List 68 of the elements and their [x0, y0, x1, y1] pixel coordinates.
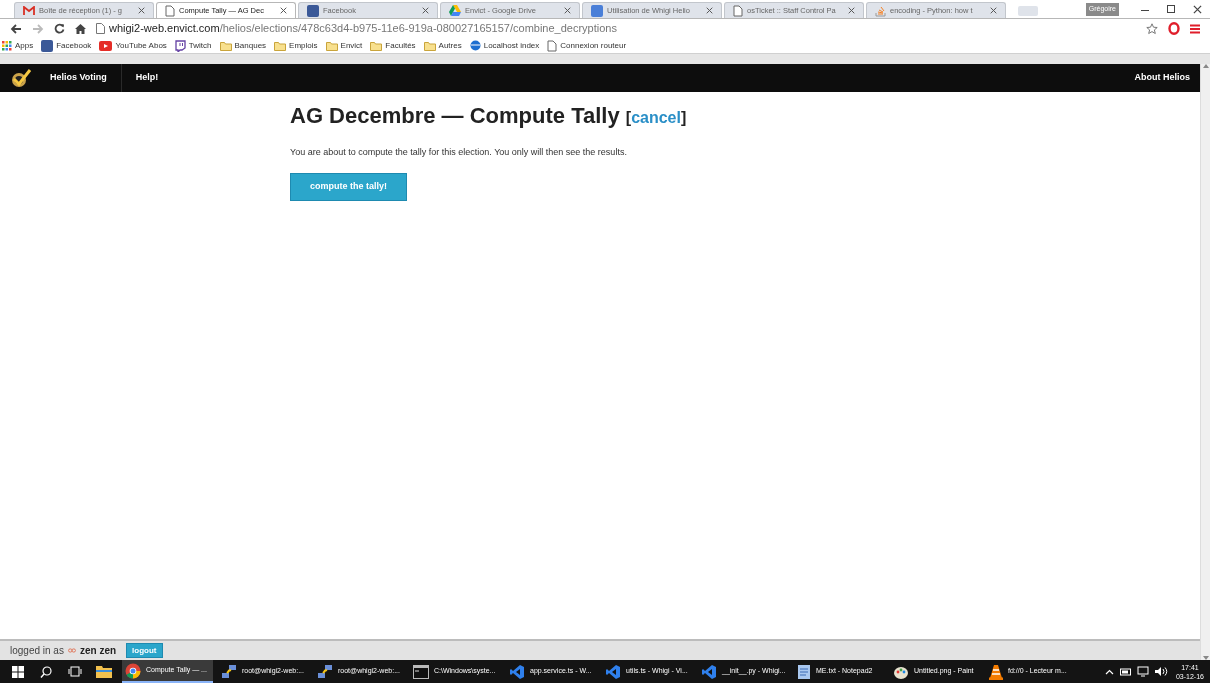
scrollbar[interactable]: [1200, 64, 1210, 660]
bookmark-item[interactable]: Envict: [325, 39, 363, 52]
bookmark-item[interactable]: Localhost index: [469, 39, 540, 52]
checkmark-logo-icon[interactable]: [10, 68, 32, 88]
close-icon[interactable]: [564, 7, 571, 14]
bookmark-item[interactable]: Twitch: [174, 39, 212, 52]
back-icon[interactable]: [10, 23, 22, 34]
page-title: AG Decembre — Compute Tally [cancel]: [290, 102, 688, 130]
folder-icon[interactable]: [96, 665, 112, 678]
stack-icon: [875, 4, 886, 17]
network-icon[interactable]: [1136, 666, 1149, 677]
cancel-link[interactable]: cancel: [631, 109, 681, 126]
close-icon[interactable]: [990, 7, 997, 14]
nav-link[interactable]: About Helios: [1134, 71, 1190, 85]
chrome-icon: [125, 662, 141, 679]
close-icon[interactable]: [1193, 5, 1202, 14]
folder-icon: [423, 40, 436, 51]
ribbon-icon: [509, 663, 525, 680]
link-icon: [67, 648, 76, 653]
star-icon[interactable]: [1146, 22, 1158, 35]
apps-grid-icon: [2, 40, 12, 51]
close-icon[interactable]: [422, 7, 429, 14]
ribbon-icon: [701, 663, 717, 680]
bookmark-item[interactable]: Apps: [2, 39, 34, 52]
facebook-icon: [41, 39, 54, 52]
document-icon: [591, 4, 603, 17]
close-icon[interactable]: [706, 7, 713, 14]
bookmark-item[interactable]: Connexion routeur: [547, 39, 627, 52]
search-icon[interactable]: [40, 665, 52, 678]
ribbon-icon: [605, 663, 621, 680]
bookmark-item[interactable]: Facebook: [41, 39, 92, 52]
address-field[interactable]: whigi2-web.envict.com/helios/elections/478c63d4-b975-11e6-919a-080027165157/combine_decryptions: [96, 20, 1136, 37]
user-name: zen zen: [79, 644, 117, 658]
close-icon[interactable]: [280, 7, 287, 14]
page-icon: [96, 23, 105, 34]
bookmark-item[interactable]: Autres: [423, 39, 462, 52]
facebook-icon: [307, 4, 319, 17]
network-computers-icon: [317, 663, 333, 680]
logged-in-label: logged in as: [10, 644, 64, 658]
close-icon[interactable]: [848, 7, 855, 14]
restore-icon[interactable]: [1167, 5, 1175, 13]
speaker-icon[interactable]: [1153, 666, 1168, 677]
home-icon[interactable]: [75, 23, 86, 34]
bookmark-item[interactable]: Emplois: [274, 39, 318, 52]
menu-icon[interactable]: [1190, 23, 1200, 34]
folder-icon: [370, 40, 383, 51]
description-text: You are about to compute the tally for this election. You only will then see the results.: [290, 146, 628, 159]
chevron-up-icon[interactable]: [1104, 668, 1114, 675]
task-view-icon[interactable]: [68, 666, 82, 677]
console-icon: [413, 664, 429, 679]
nav-link[interactable]: Help!: [121, 71, 173, 85]
ring-icon[interactable]: [1168, 22, 1180, 35]
folder-icon: [325, 40, 338, 51]
folder-icon: [219, 40, 232, 51]
reload-icon[interactable]: [54, 23, 65, 34]
close-icon[interactable]: [138, 7, 145, 14]
notepad-icon: [797, 663, 811, 680]
bookmark-item[interactable]: Facultés: [370, 39, 416, 52]
bookmark-item[interactable]: Banques: [219, 39, 267, 52]
mail-icon: [23, 5, 35, 16]
brand-link[interactable]: Helios Voting: [50, 64, 122, 92]
network-computers-icon: [221, 663, 237, 680]
windows-icon[interactable]: [12, 665, 24, 678]
triangle-icon: [449, 5, 461, 16]
traffic-cone-icon: [989, 663, 1003, 680]
battery-icon[interactable]: [1119, 667, 1132, 676]
folder-icon: [274, 40, 287, 51]
bookmark-item[interactable]: YouTube Abos: [99, 39, 167, 52]
